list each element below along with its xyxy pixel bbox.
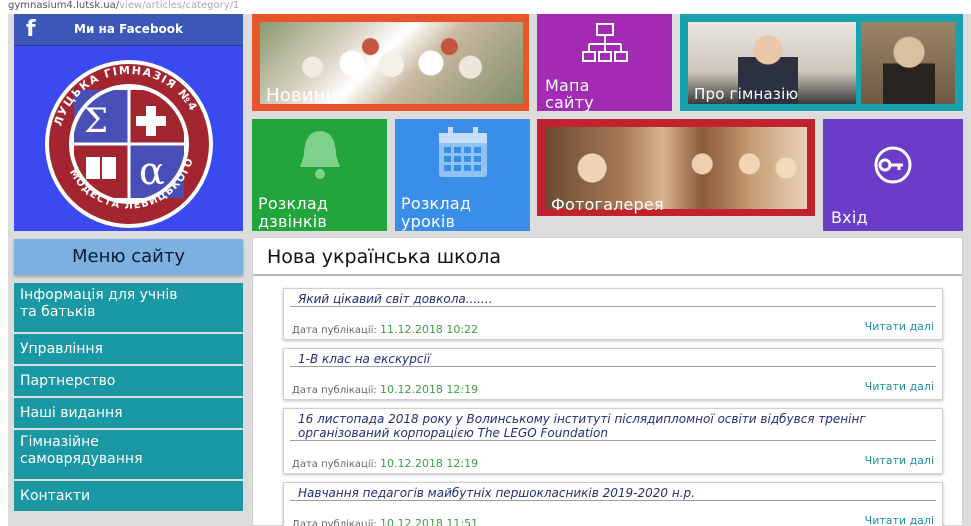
facebook-link[interactable]: f Ми на Facebook — [14, 14, 243, 46]
menu-title: Меню сайту — [14, 239, 243, 275]
menu-item-management[interactable]: Управління — [14, 334, 243, 366]
tile-login-label: Вхід — [831, 208, 868, 227]
tile-about-label: Про гімназію — [694, 85, 799, 103]
article-title-line2: організований корпорацією The LEGO Found… — [298, 426, 608, 440]
read-more-link[interactable]: Читати далі — [865, 380, 934, 393]
article-title[interactable]: Навчання педагогів майбутніх першокласни… — [290, 483, 936, 501]
menu-item-publications[interactable]: Наші видання — [14, 398, 243, 430]
content-panel: Нова українська школа Який цікавий світ … — [252, 237, 963, 526]
article-date: 10.12.2018 11:51 — [379, 517, 479, 526]
menu-item-label: Контакти — [20, 488, 91, 504]
url-prefix: gymnasium4.lutsk.ua/ — [8, 0, 120, 11]
url-path: view/articles/category/1 — [119, 0, 240, 11]
article-title[interactable]: 16 листопада 2018 року у Волинському інс… — [290, 409, 936, 441]
date-label: Дата публікації: — [292, 519, 377, 526]
article-meta: Дата публікації: 10.12.2018 12:19 — [292, 457, 478, 470]
menu-item-label: Наші видання — [20, 405, 123, 421]
article-date: 11.12.2018 10:22 — [379, 323, 479, 336]
key-icon — [874, 146, 912, 184]
page-title: Нова українська школа — [253, 238, 962, 276]
read-more-link[interactable]: Читати далі — [865, 514, 934, 526]
tile-photo-gallery[interactable]: Фотогалерея — [537, 119, 815, 216]
article-card[interactable]: 1-В клас на екскурсії Дата публікації: 1… — [283, 348, 943, 400]
menu-item-label: Гімназійне — [20, 434, 99, 450]
bells-label-line2: дзвінків — [258, 212, 328, 231]
tile-timetable[interactable]: Розклад уроків — [395, 119, 530, 231]
menu-item-self-government[interactable]: Гімназійне самоврядування — [14, 430, 243, 481]
site-menu: Інформація для учнів та батьків Управлін… — [14, 283, 243, 513]
article-card[interactable]: Навчання педагогів майбутніх першокласни… — [283, 482, 943, 526]
tile-login[interactable]: Вхід — [823, 119, 963, 231]
facebook-icon: f — [26, 17, 36, 42]
tile-map-label: Мапа сайту — [545, 77, 594, 111]
timetable-label-line1: Розклад — [401, 194, 472, 213]
article-title[interactable]: Який цікавий світ довкола....... — [290, 289, 936, 307]
timetable-label-line2: уроків — [401, 212, 456, 231]
read-more-link[interactable]: Читати далі — [865, 320, 934, 333]
tile-news-label: Новини — [266, 85, 338, 106]
sigma-symbol: Σ — [84, 101, 108, 141]
logo-block: f Ми на Facebook Σ α ЛУЦЬКА ГІМНАЗІЯ №4 … — [14, 14, 243, 231]
tile-bell-schedule[interactable]: Розклад дзвінків — [252, 119, 387, 231]
article-meta: Дата публікації: 10.12.2018 12:19 — [292, 383, 478, 396]
tile-about[interactable]: Про гімназію — [680, 14, 963, 111]
bell-icon — [300, 131, 340, 179]
article-date: 10.12.2018 12:19 — [379, 383, 479, 396]
article-card[interactable]: 16 листопада 2018 року у Волинському інс… — [283, 408, 943, 474]
map-label-line2: сайту — [545, 93, 594, 111]
menu-item-partnership[interactable]: Партнерство — [14, 366, 243, 398]
article-meta: Дата публікації: 11.12.2018 10:22 — [292, 323, 478, 336]
url-text[interactable]: gymnasium4.lutsk.ua/view/articles/catego… — [8, 0, 239, 12]
read-more-link[interactable]: Читати далі — [865, 454, 934, 467]
facebook-label: Ми на Facebook — [74, 22, 183, 36]
date-label: Дата публікації: — [292, 325, 377, 336]
menu-item-info[interactable]: Інформація для учнів та батьків — [14, 283, 243, 334]
menu-item-contacts[interactable]: Контакти — [14, 481, 243, 513]
menu-item-label: Партнерство — [20, 373, 116, 389]
date-label: Дата публікації: — [292, 385, 377, 396]
article-title[interactable]: 1-В клас на екскурсії — [290, 349, 936, 367]
tile-bells-label: Розклад дзвінків — [258, 195, 328, 231]
bells-label-line1: Розклад — [258, 194, 329, 213]
menu-item-label: Інформація для учнів — [20, 287, 178, 303]
article-card[interactable]: Який цікавий світ довкола....... Дата пу… — [283, 288, 943, 340]
map-label-line1: Мапа — [545, 76, 590, 95]
menu-item-label: та батьків — [20, 304, 96, 320]
alpha-symbol: α — [139, 149, 165, 193]
tile-news[interactable]: Новини — [252, 14, 529, 111]
tile-site-map[interactable]: Мапа сайту — [537, 14, 672, 111]
article-date: 10.12.2018 12:19 — [379, 457, 479, 470]
menu-item-label: самоврядування — [20, 451, 143, 467]
tile-gallery-label: Фотогалерея — [551, 195, 664, 214]
menu-item-label: Управління — [20, 341, 103, 357]
sitemap-icon — [582, 23, 628, 62]
tile-timetable-label: Розклад уроків — [401, 195, 471, 231]
calendar-icon — [439, 127, 487, 177]
browser-url-bar[interactable]: gymnasium4.lutsk.ua/view/articles/catego… — [0, 0, 971, 14]
patron-photo — [861, 22, 955, 104]
school-emblem[interactable]: Σ α ЛУЦЬКА ГІМНАЗІЯ №4 МОДЕСТА ЛЕВИЦЬКОГ… — [24, 54, 234, 229]
article-meta: Дата публікації: 10.12.2018 11:51 — [292, 517, 478, 526]
article-title-line1: 16 листопада 2018 року у Волинському інс… — [298, 412, 866, 426]
date-label: Дата публікації: — [292, 459, 377, 470]
